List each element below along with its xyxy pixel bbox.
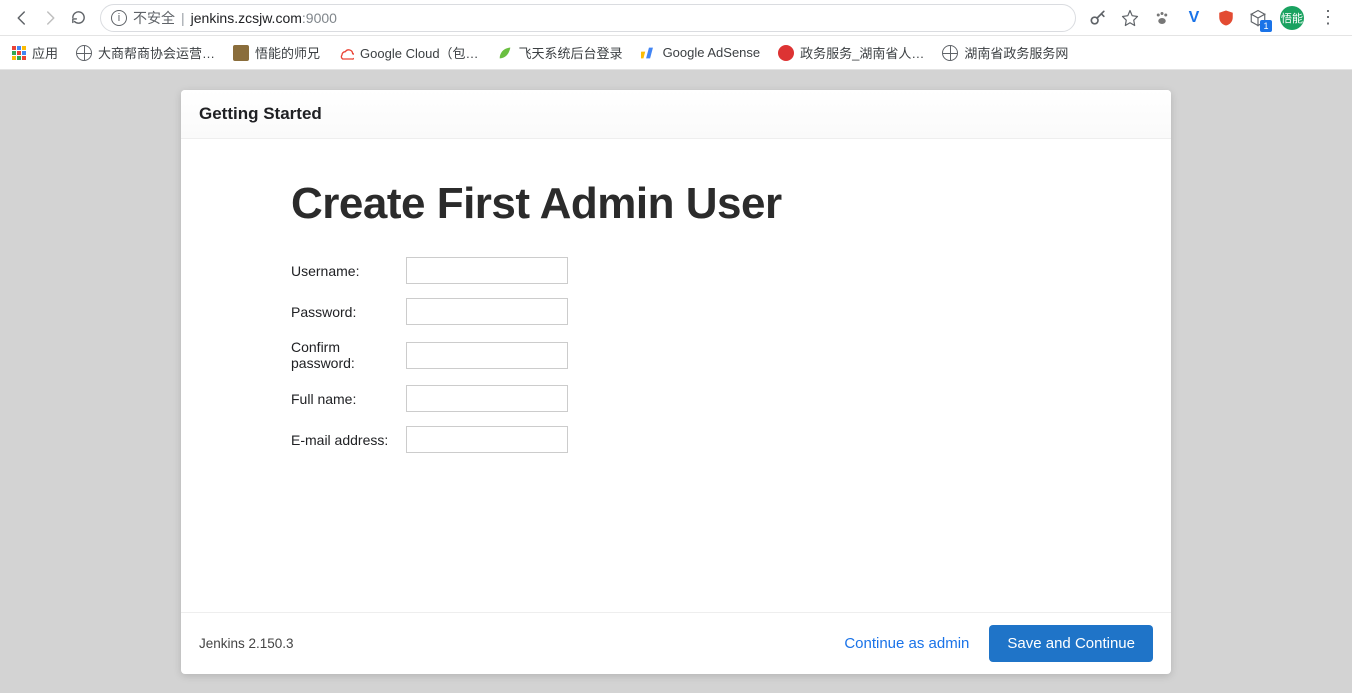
save-and-continue-button[interactable]: Save and Continue — [989, 625, 1153, 662]
bookmark-item-6[interactable]: 湖南省政务服务网 — [942, 43, 1068, 62]
extension-ublock-icon[interactable] — [1216, 8, 1236, 28]
card-header-title: Getting Started — [199, 104, 1153, 124]
toolbar-right-icons: V 1 悟能 ⋮ — [1084, 6, 1344, 30]
row-email: E-mail address: — [291, 426, 1061, 453]
bookmark-item-2[interactable]: Google Cloud（包… — [338, 43, 479, 62]
info-icon: i — [111, 10, 127, 26]
adsense-icon — [641, 45, 657, 61]
bookmark-item-5[interactable]: 政务服务_湖南省人… — [778, 43, 924, 62]
input-fullname[interactable] — [406, 385, 568, 412]
input-confirm-password[interactable] — [406, 342, 568, 369]
key-icon[interactable] — [1088, 8, 1108, 28]
card-header: Getting Started — [181, 90, 1171, 139]
bookmark-label: Google AdSense — [663, 45, 761, 60]
page-title: Create First Admin User — [291, 179, 1061, 229]
bookmark-label: 大商帮商协会运营… — [98, 43, 215, 62]
bookmark-label: 悟能的师兄 — [255, 43, 320, 62]
card-body: Create First Admin User Username: Passwo… — [181, 139, 1171, 612]
input-username[interactable] — [406, 257, 568, 284]
bookmark-label: 政务服务_湖南省人… — [800, 43, 924, 62]
profile-avatar[interactable]: 悟能 — [1280, 6, 1304, 30]
leaf-icon — [497, 45, 513, 61]
version-label: Jenkins 2.150.3 — [199, 636, 294, 651]
favicon-icon — [233, 45, 249, 61]
url-port: :9000 — [302, 10, 337, 26]
chrome-menu-button[interactable]: ⋮ — [1316, 6, 1340, 30]
apps-label: 应用 — [32, 43, 58, 62]
input-email[interactable] — [406, 426, 568, 453]
globe-icon — [76, 45, 92, 61]
label-fullname: Full name: — [291, 391, 406, 407]
label-password: Password: — [291, 304, 406, 320]
apps-icon — [12, 46, 26, 60]
bookmark-label: 飞天系统后台登录 — [519, 43, 623, 62]
forward-button[interactable] — [36, 4, 64, 32]
insecure-label: 不安全 — [133, 8, 175, 28]
label-username: Username: — [291, 263, 406, 279]
bookmark-item-3[interactable]: 飞天系统后台登录 — [497, 43, 623, 62]
input-password[interactable] — [406, 298, 568, 325]
back-button[interactable] — [8, 4, 36, 32]
bookmarks-bar: 应用 大商帮商协会运营… 悟能的师兄 Google Cloud（包… 飞天系统后… — [0, 36, 1352, 70]
reload-button[interactable] — [64, 4, 92, 32]
footer-actions: Continue as admin Save and Continue — [844, 625, 1153, 662]
row-confirm: Confirm password: — [291, 339, 1061, 371]
globe-icon — [942, 45, 958, 61]
bookmark-item-0[interactable]: 大商帮商协会运营… — [76, 43, 215, 62]
address-bar[interactable]: i 不安全 | jenkins.zcsjw.com:9000 — [100, 4, 1076, 32]
continue-as-admin-button[interactable]: Continue as admin — [844, 635, 969, 652]
url-separator: | — [181, 10, 185, 26]
extension-badge: 1 — [1260, 20, 1272, 32]
row-password: Password: — [291, 298, 1061, 325]
bookmark-label: Google Cloud（包… — [360, 43, 479, 62]
row-fullname: Full name: — [291, 385, 1061, 412]
extension-paw-icon[interactable] — [1152, 8, 1172, 28]
apps-shortcut[interactable]: 应用 — [12, 43, 58, 62]
google-cloud-icon — [338, 45, 354, 61]
label-confirm: Confirm password: — [291, 339, 406, 371]
browser-toolbar: i 不安全 | jenkins.zcsjw.com:9000 V 1 悟能 ⋮ — [0, 0, 1352, 36]
star-icon[interactable] — [1120, 8, 1140, 28]
bookmark-item-4[interactable]: Google AdSense — [641, 45, 761, 61]
row-username: Username: — [291, 257, 1061, 284]
setup-card: Getting Started Create First Admin User … — [181, 90, 1171, 674]
extension-v-icon[interactable]: V — [1184, 8, 1204, 28]
url-host: jenkins.zcsjw.com — [191, 10, 302, 26]
page-viewport: Getting Started Create First Admin User … — [0, 70, 1352, 693]
extension-cube-icon[interactable]: 1 — [1248, 8, 1268, 28]
favicon-red-icon — [778, 45, 794, 61]
bookmark-label: 湖南省政务服务网 — [964, 43, 1068, 62]
label-email: E-mail address: — [291, 432, 406, 448]
card-footer: Jenkins 2.150.3 Continue as admin Save a… — [181, 612, 1171, 674]
bookmark-item-1[interactable]: 悟能的师兄 — [233, 43, 320, 62]
